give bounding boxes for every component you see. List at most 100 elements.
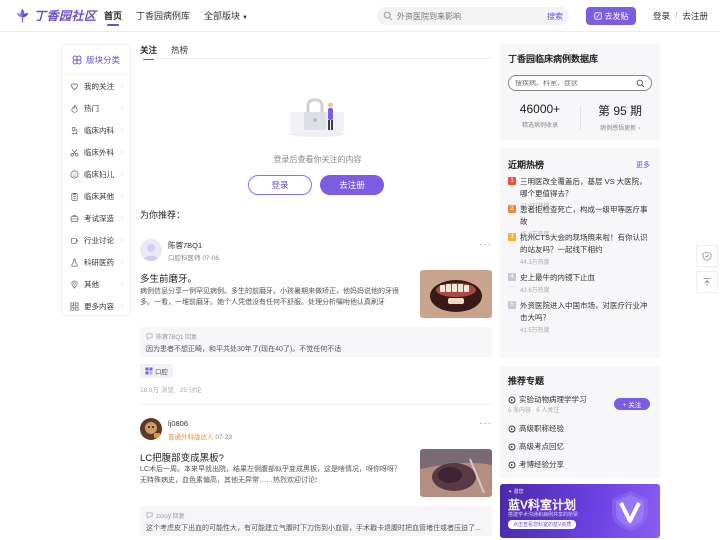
sidebar-item-label: 其他 [84, 279, 99, 289]
post-excerpt[interactable]: LC术后一周。本来早就出院，结果左侧腹部似乎变成黑板，这是啥情况，呀你呀呀？无特… [140, 465, 402, 486]
topic-label: 实验动物病理学学习 [519, 395, 587, 404]
more-options-icon[interactable]: ··· [479, 418, 492, 429]
reply-author-name: zxxsy 回复 [156, 514, 185, 520]
sidebar-item-label: 考试深造 [84, 213, 114, 223]
login-link[interactable]: 登录 [653, 10, 670, 22]
post-date: 07-23 [215, 434, 232, 441]
topic-icon [508, 461, 516, 468]
arrow-up-icon [703, 278, 711, 286]
scissors-icon [70, 148, 79, 156]
login-button[interactable]: 登录 [248, 175, 312, 195]
search-icon[interactable] [636, 79, 645, 88]
back-to-top-button[interactable] [696, 271, 718, 293]
post-image[interactable] [420, 449, 492, 497]
post-tag-label: 口腔 [155, 369, 168, 376]
issue-stat[interactable]: 第 95 期 病例感悟更新 › [584, 102, 656, 132]
banner-cta[interactable]: 点击查看您科室的蓝V资质 [508, 520, 577, 529]
avatar[interactable] [140, 239, 162, 261]
sidebar-item[interactable]: 热门 › [62, 97, 130, 119]
sidebar-item-label: 热门 [84, 103, 99, 113]
post-meta: 口腔科医师 07-06 [168, 252, 219, 262]
sidebar-item-label: 行业讨论 [84, 235, 114, 245]
sidebar-item[interactable]: 考试深造 › [62, 207, 130, 229]
hot-list-item[interactable]: 5 外资医院进入中国市场，对医疗行业冲击大吗？ 41.5万热度 [508, 300, 652, 334]
database-search-input[interactable] [515, 79, 625, 87]
sidebar-title: 版块分类 [85, 54, 120, 65]
topic-subtitle: 5 条内容 · 6 人关注 [508, 408, 560, 414]
search-bar: 搜索 [377, 7, 569, 25]
pin-icon [71, 280, 78, 289]
grid-icon [70, 302, 79, 310]
post-card[interactable]: 陈蓉7BQ1 口腔科医师 07-06 ··· 多生前磨牙。 病例信息分享一例罕见… [140, 239, 492, 399]
sidebar-item[interactable]: 更多内容 › [62, 295, 130, 317]
rank-badge: 3 [508, 233, 516, 241]
sidebar-item[interactable]: 临床外科 › [62, 141, 130, 163]
post-title[interactable]: LC把腹部变成黑板? [140, 450, 224, 464]
topic-item[interactable]: 实验动物病理学学习 [508, 394, 587, 405]
new-post-label: 去发贴 [604, 11, 629, 21]
nav-case-library[interactable]: 丁香园病例库 [136, 0, 190, 32]
shield-button[interactable] [696, 245, 718, 267]
comment-icon [146, 512, 153, 519]
author-role: 口腔科医师 [168, 255, 201, 262]
post-author[interactable]: 陈蓉7BQ1 [168, 240, 202, 251]
post-divider [140, 404, 492, 405]
issue-label: 病例感悟更新 › [600, 126, 640, 132]
new-post-button[interactable]: 去发贴 [586, 7, 636, 25]
blue-v-banner[interactable]: ✦ 邀您 蓝V科室计划 搭建学术沟通和病例共享的桥梁 点击查看您科室的蓝V资质 [500, 484, 660, 538]
logo[interactable]: 丁香园社区 [14, 7, 97, 24]
topic-item[interactable]: 考博经验分享 [508, 459, 564, 470]
sidebar-item[interactable]: 临床内科 › [62, 119, 130, 141]
avatar[interactable] [140, 418, 162, 440]
hot-list-item[interactable]: 4 史上最牛的内镜下止血 43.6万热度 [508, 272, 652, 294]
post-title[interactable]: 多生前磨牙。 [140, 271, 197, 285]
rank-badge: 5 [508, 301, 516, 309]
chevron-right-icon: › [120, 302, 123, 310]
post-excerpt[interactable]: 病例信息分享一例罕见病例。多生的前磨牙。小孩暑期来做矫正，他妈妈说他的牙很多。一… [140, 287, 402, 308]
follow-topic-button[interactable]: + 关注 [614, 398, 650, 410]
sidebar-item[interactable]: 行业讨论 › [62, 229, 130, 251]
register-link[interactable]: 去注册 [682, 10, 708, 22]
cases-stat[interactable]: 46000+ 精选病例收录 [504, 102, 576, 129]
nav-all-boards[interactable]: 全部版块 ▼ [204, 0, 248, 32]
database-title[interactable]: 丁香园临床病例数据库 [508, 52, 598, 65]
sidebar-item[interactable]: 科研医药 › [62, 251, 130, 273]
reply-author-name: 陈蓉7BQ1 回复 [156, 335, 198, 341]
topics-card: 推荐专题 实验动物病理学学习 5 条内容 · 6 人关注 高级职称经验 高级考点回忆考… [500, 366, 660, 478]
rank-badge: 4 [508, 273, 516, 281]
sidebar-item[interactable]: 其他 › [62, 273, 130, 295]
sidebar-item[interactable]: 临床其他 › [62, 185, 130, 207]
reply-text: 这个考虑皮下出血的可能性大，有可能建立气腹时下刀伤到小血管，手术戳卡退腹时把血管… [146, 525, 481, 532]
blue-v-logo-icon [612, 491, 648, 531]
stat-divider [580, 106, 581, 130]
topic-item[interactable]: 高级职称经验 [508, 423, 564, 434]
search-button[interactable]: 搜索 [547, 11, 563, 22]
logo-text: 丁香园社区 [34, 9, 97, 23]
author-role: 普通外科版达人 [168, 434, 214, 441]
top-reply[interactable]: zxxsy 回复 这个考虑皮下出血的可能性大，有可能建立气腹时下刀伤到小血管，手… [140, 506, 492, 536]
board-tag-icon [145, 367, 153, 375]
hot-list-item[interactable]: 3 杭州CTS大会的现场照来啦！有你认识的站友吗？一起线下相约 44.3万热度 [508, 232, 652, 266]
chevron-right-icon: › [120, 126, 123, 134]
more-options-icon[interactable]: ··· [479, 239, 492, 250]
register-button[interactable]: 去注册 [320, 175, 384, 195]
reply-text: 因为患者不想正畸，和平共处30年了(现在40了)。不觉任何不适 [146, 346, 342, 353]
top-reply[interactable]: 陈蓉7BQ1 回复 因为患者不想正畸，和平共处30年了(现在40了)。不觉任何不… [140, 327, 492, 357]
shield-check-icon [702, 251, 712, 261]
topic-icon [508, 443, 516, 450]
topic-label: 高级考点回忆 [519, 442, 564, 451]
grid-icon [72, 55, 82, 64]
topic-item[interactable]: 高级考点回忆 [508, 441, 564, 452]
sidebar-item[interactable]: 临床妇儿 › [62, 163, 130, 185]
sidebar-item[interactable]: 我的关注 › [62, 75, 130, 97]
post-tag[interactable]: 口腔 [140, 364, 173, 378]
child-icon [70, 170, 79, 178]
sidebar-item-label: 临床内科 [84, 125, 114, 135]
hot-more-link[interactable]: 更多 [636, 160, 650, 170]
post-author[interactable]: lj0806 [168, 419, 188, 428]
search-input[interactable] [397, 11, 547, 21]
nav-home[interactable]: 首页 [104, 0, 122, 32]
chevron-right-icon: › [120, 192, 123, 200]
post-card[interactable]: lj0806 普通外科版达人 07-23 ··· LC把腹部变成黑板? LC术后… [140, 418, 492, 540]
post-image[interactable] [420, 270, 492, 318]
